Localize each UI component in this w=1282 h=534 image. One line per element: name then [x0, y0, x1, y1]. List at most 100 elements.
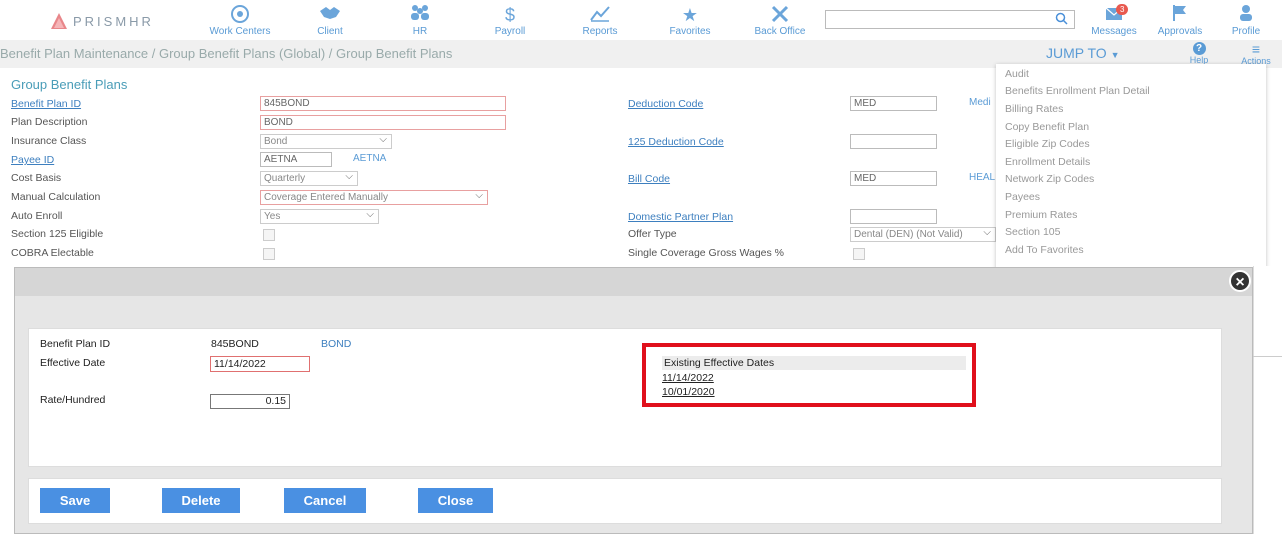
section-125-label: Section 125 Eligible: [11, 228, 104, 240]
help-icon: ?: [1192, 42, 1206, 55]
cost-basis-value: Quarterly: [264, 173, 306, 184]
modal-benefit-plan-desc: BOND: [321, 338, 352, 350]
single-coverage-label: Single Coverage Gross Wages %: [628, 247, 785, 259]
auto-enroll-label: Auto Enroll: [11, 210, 63, 222]
modal-header: [15, 268, 1252, 296]
domestic-partner-field[interactable]: [850, 209, 937, 224]
bill-code-desc: HEAL: [969, 172, 996, 183]
search-input[interactable]: [825, 10, 1075, 29]
payee-id-field[interactable]: AETNA: [260, 152, 332, 167]
nav-client[interactable]: Client: [290, 4, 370, 37]
nav-profile[interactable]: Profile: [1206, 4, 1282, 37]
manual-calc-select[interactable]: Coverage Entered Manually ⌵: [260, 190, 488, 205]
effective-date-input[interactable]: 11/14/2022: [210, 356, 310, 372]
nav-favorites[interactable]: ★ Favorites: [650, 4, 730, 37]
page-title: Group Benefit Plans: [11, 77, 128, 92]
chart-icon: [560, 4, 640, 26]
auto-enroll-value: Yes: [264, 211, 281, 222]
auto-enroll-select[interactable]: Yes ⌵: [260, 209, 379, 224]
nav-label: Reports: [582, 26, 618, 37]
help-button[interactable]: ? Help: [1184, 42, 1214, 65]
bill-code-field[interactable]: MED: [850, 171, 937, 186]
menu-item-premium-rates[interactable]: Premium Rates: [1005, 209, 1077, 221]
domestic-partner-link[interactable]: Domestic Partner Plan: [628, 211, 733, 223]
handshake-icon: [290, 4, 370, 26]
bill-code-link[interactable]: Bill Code: [628, 173, 670, 185]
menu-item-audit[interactable]: Audit: [1005, 68, 1029, 80]
plan-description-label: Plan Description: [11, 116, 88, 128]
nav-back-office[interactable]: Back Office: [740, 4, 820, 37]
menu-item-network-zip-codes[interactable]: Network Zip Codes: [1005, 173, 1094, 185]
nav-label: Client: [317, 26, 343, 37]
actions-button[interactable]: ≡ Actions: [1236, 42, 1276, 66]
chevron-down-icon: ⌵: [475, 190, 483, 201]
payee-name: AETNA: [353, 153, 387, 164]
menu-item-enrollment-plan-detail[interactable]: Benefits Enrollment Plan Detail: [1005, 85, 1150, 97]
close-button[interactable]: Close: [418, 488, 493, 513]
nav-hr[interactable]: HR: [380, 4, 460, 37]
background-page-edge: [1253, 266, 1282, 534]
plan-description-field[interactable]: BOND: [260, 115, 506, 130]
single-coverage-checkbox[interactable]: [853, 248, 865, 260]
nav-work-centers[interactable]: Work Centers: [200, 4, 280, 37]
user-icon: [1206, 4, 1282, 26]
insurance-class-value: Bond: [264, 136, 288, 147]
menu-item-eligible-zip-codes[interactable]: Eligible Zip Codes: [1005, 138, 1090, 150]
cost-basis-select[interactable]: Quarterly ⌵: [260, 171, 358, 186]
menu-item-payees[interactable]: Payees: [1005, 191, 1040, 203]
nav-label: Messages: [1091, 26, 1137, 37]
hamburger-icon: ≡: [1251, 41, 1261, 57]
benefit-plan-id-link[interactable]: Benefit Plan ID: [11, 98, 81, 110]
delete-button[interactable]: Delete: [162, 488, 240, 513]
insurance-class-select[interactable]: Bond ⌵: [260, 134, 392, 149]
offer-type-select[interactable]: Dental (DEN) (Not Valid) ⌵: [850, 227, 996, 242]
prismhr-logo[interactable]: PRISMHR: [50, 10, 154, 32]
cobra-checkbox[interactable]: [263, 248, 275, 260]
star-icon: ★: [681, 5, 699, 25]
work-centers-icon: [200, 4, 280, 26]
menu-item-billing-rates[interactable]: Billing Rates: [1005, 103, 1063, 115]
logo-text: PRISMHR: [73, 13, 154, 29]
dollar-icon: $: [504, 5, 515, 25]
menu-item-section-105[interactable]: Section 105: [1005, 226, 1060, 238]
125-deduction-code-field[interactable]: [850, 134, 937, 149]
deduction-code-field[interactable]: MED: [850, 96, 937, 111]
prism-logo-icon: [51, 13, 67, 29]
nav-label: Work Centers: [209, 26, 271, 37]
nav-label: Approvals: [1157, 26, 1203, 37]
jump-to-button[interactable]: JUMP TO ▼: [1046, 45, 1120, 61]
search-icon[interactable]: [1055, 12, 1068, 28]
close-modal-icon[interactable]: ×: [1229, 270, 1251, 292]
payee-id-link[interactable]: Payee ID: [11, 154, 54, 166]
manual-calc-value: Coverage Entered Manually: [264, 192, 388, 203]
breadcrumb: Benefit Plan Maintenance / Group Benefit…: [0, 46, 453, 61]
cobra-label: COBRA Electable: [11, 247, 94, 259]
existing-date-link[interactable]: 11/14/2022: [662, 372, 714, 384]
nav-reports[interactable]: Reports: [560, 4, 640, 37]
offer-type-label: Offer Type: [628, 228, 677, 240]
cancel-button[interactable]: Cancel: [284, 488, 366, 513]
deduction-code-link[interactable]: Deduction Code: [628, 98, 703, 110]
people-icon: [380, 4, 460, 26]
modal-form-panel: [28, 328, 1222, 467]
section-125-checkbox[interactable]: [263, 229, 275, 241]
caret-down-icon: ▼: [1110, 50, 1120, 60]
save-button[interactable]: Save: [40, 488, 110, 513]
chevron-down-icon: ⌵: [366, 209, 374, 220]
rate-hundred-input[interactable]: 0.15: [210, 394, 290, 409]
benefit-plan-id-field[interactable]: 845BOND: [260, 96, 506, 111]
nav-label: Favorites: [669, 26, 711, 37]
nav-payroll[interactable]: $ Payroll: [470, 4, 550, 37]
rate-hundred-label: Rate/Hundred: [40, 394, 106, 406]
existing-date-link[interactable]: 10/01/2020: [662, 386, 715, 398]
menu-item-enrollment-details[interactable]: Enrollment Details: [1005, 156, 1090, 168]
chevron-down-icon: ⌵: [983, 227, 991, 238]
nav-label: HR: [412, 26, 428, 37]
top-nav: PRISMHR Work Centers Client HR $ Payroll…: [0, 0, 1282, 40]
menu-item-add-to-favorites[interactable]: Add To Favorites: [1005, 244, 1084, 256]
125-deduction-code-link[interactable]: 125 Deduction Code: [628, 136, 724, 148]
existing-dates-header: Existing Effective Dates: [662, 356, 966, 370]
menu-item-copy-benefit-plan[interactable]: Copy Benefit Plan: [1005, 121, 1089, 133]
deduction-code-desc: Medi: [969, 97, 991, 108]
offer-type-value: Dental (DEN) (Not Valid): [854, 229, 963, 240]
